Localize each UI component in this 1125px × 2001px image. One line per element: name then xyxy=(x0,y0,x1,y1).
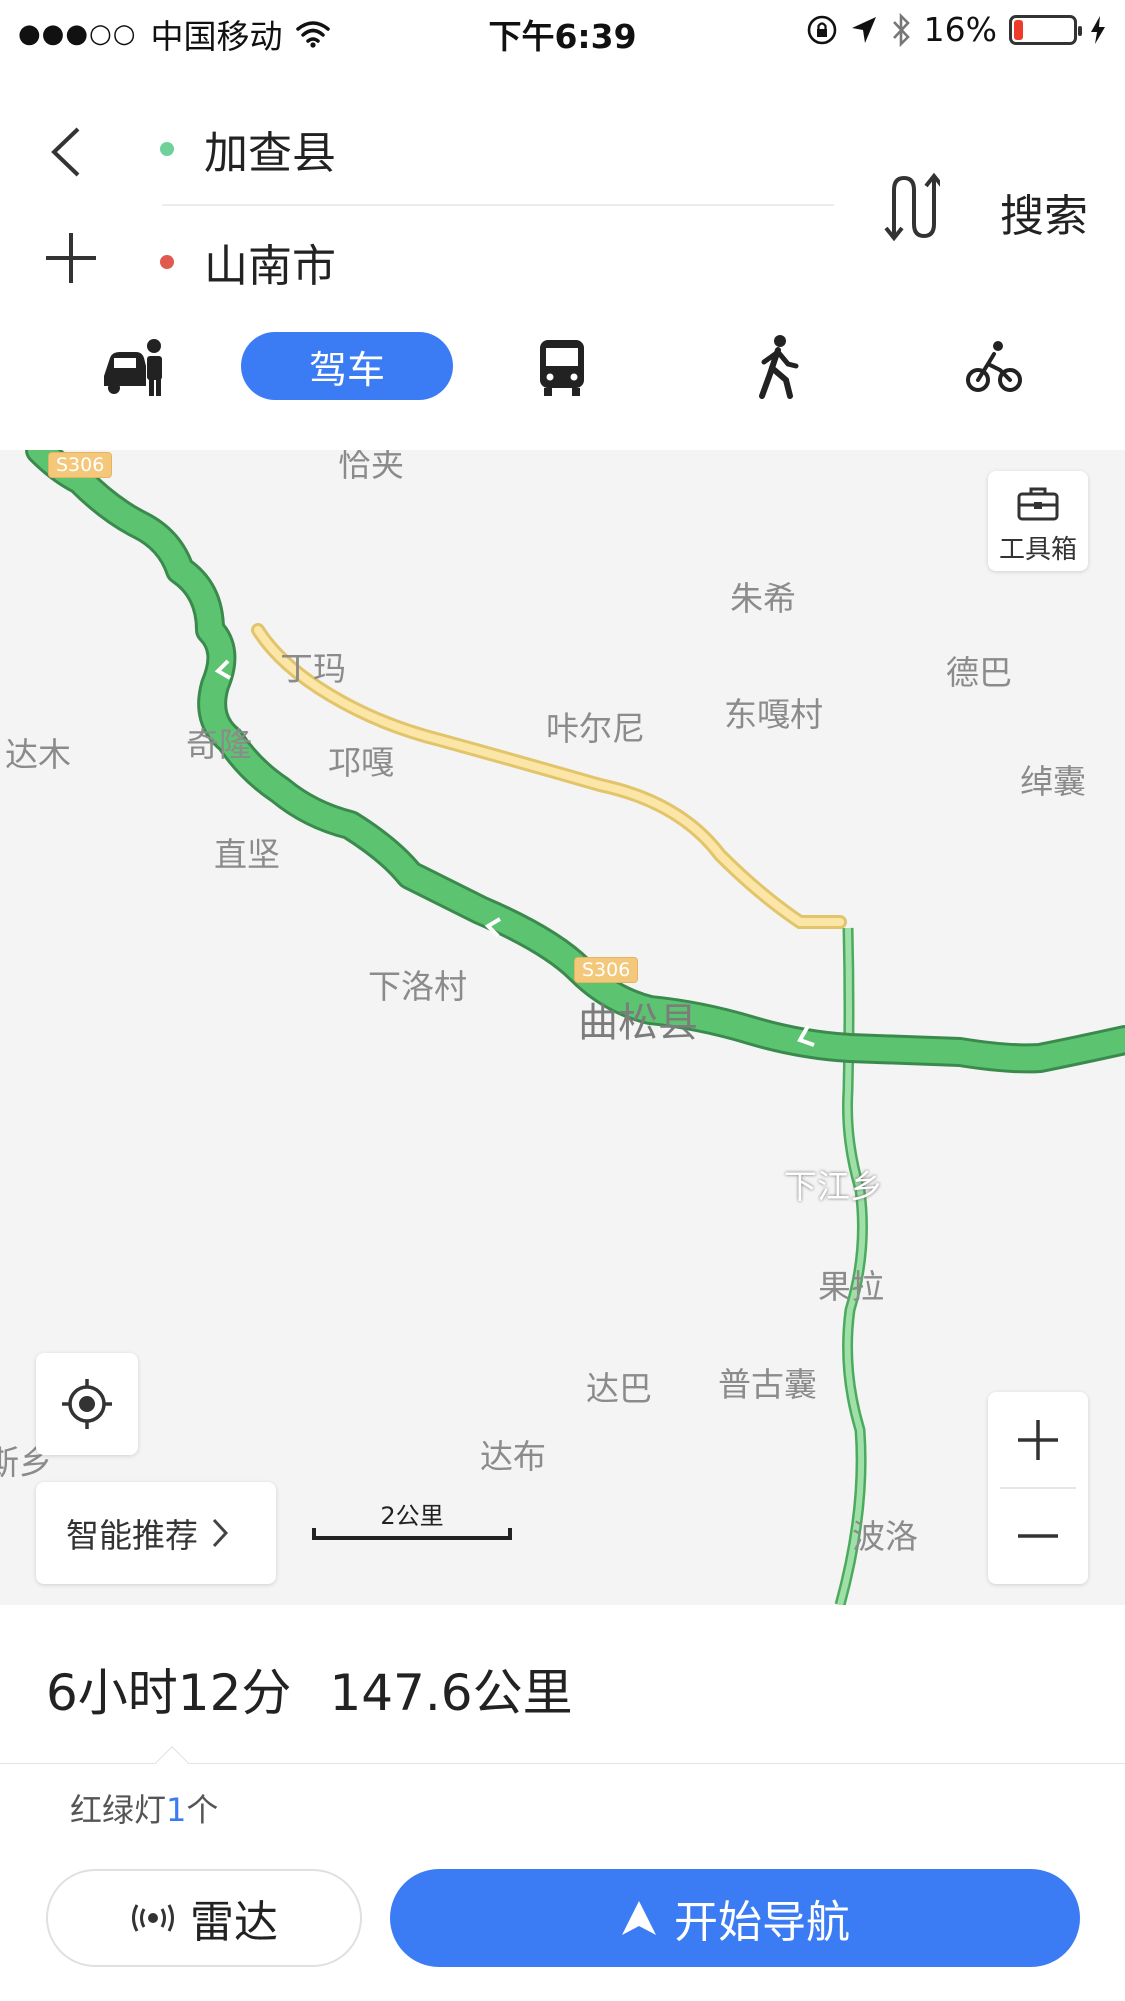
start-navigation-button[interactable]: 开始导航 xyxy=(390,1869,1080,1967)
place-label: 奇隆 xyxy=(186,725,252,764)
travel-mode-tabs: 驾车 xyxy=(0,332,1125,442)
address-divider xyxy=(162,204,834,206)
bluetooth-icon xyxy=(892,12,910,47)
radar-button[interactable]: 雷达 xyxy=(46,1869,362,1967)
place-label: 果拉 xyxy=(818,1267,884,1306)
locate-icon xyxy=(62,1379,112,1429)
toolbox-icon xyxy=(1017,487,1059,521)
place-label: 达木 xyxy=(5,735,71,774)
search-button[interactable]: 搜索 xyxy=(1000,180,1088,244)
route-summary-panel: 6小时12分 147.6公里 红绿灯1个 雷达 开始导航 xyxy=(0,1605,1125,2001)
place-label: 绰囊 xyxy=(1020,762,1086,801)
summary-pointer xyxy=(155,1746,189,1780)
tab-driving[interactable]: 驾车 xyxy=(241,332,453,400)
zoom-controls xyxy=(988,1392,1088,1584)
route-lines xyxy=(25,450,1125,1605)
start-location-field[interactable]: 加查县 xyxy=(160,117,336,181)
end-location-field[interactable]: 山南市 xyxy=(160,230,336,294)
taxi-icon[interactable] xyxy=(100,332,166,400)
battery-icon xyxy=(1009,14,1082,45)
road-badge: S306 xyxy=(48,452,113,478)
road-badge: S306 xyxy=(574,957,639,983)
radar-icon xyxy=(132,1904,174,1932)
place-label: 普古囊 xyxy=(718,1365,817,1404)
map-scale: 2公里 xyxy=(312,1490,512,1540)
smart-recommend-button[interactable]: 智能推荐 xyxy=(36,1482,276,1584)
scale-label: 2公里 xyxy=(380,1502,444,1530)
place-label: 达巴 xyxy=(586,1369,652,1408)
duration-text: 6小时12分 xyxy=(46,1664,292,1722)
status-bar: ●●●○○ 中国移动 下午6:39 16% xyxy=(0,0,1125,62)
place-label: 下江乡 xyxy=(784,1167,883,1206)
place-label: 恰夹 xyxy=(338,450,404,484)
route-header: 加查县 山南市 搜索 驾车 xyxy=(0,62,1125,450)
route-summary[interactable]: 6小时12分 147.6公里 xyxy=(46,1653,573,1725)
map-view[interactable]: S306 S306 恰夹 朱希 丁玛 德巴 达木 奇隆 咔尔尼 东嘎村 邛嘎 绰… xyxy=(0,450,1125,1605)
traffic-lights-info: 红绿灯1个 xyxy=(70,1785,218,1831)
traffic-lights-prefix: 红绿灯 xyxy=(70,1791,167,1829)
navigation-arrow-icon xyxy=(622,1901,656,1935)
place-label: 东嘎村 xyxy=(724,695,823,734)
back-button[interactable] xyxy=(40,117,92,187)
start-navigation-label: 开始导航 xyxy=(674,1897,850,1948)
place-label: 下洛村 xyxy=(368,967,467,1006)
place-label: 直坚 xyxy=(214,835,280,874)
scale-bar xyxy=(312,1528,512,1540)
battery-percent: 16% xyxy=(923,10,997,49)
place-label: 德巴 xyxy=(946,653,1012,692)
bus-icon[interactable] xyxy=(538,332,586,400)
place-label: 丁玛 xyxy=(280,649,346,688)
locate-button[interactable] xyxy=(36,1353,138,1455)
chevron-right-icon xyxy=(212,1518,229,1548)
rotation-lock-icon xyxy=(807,15,836,44)
zoom-in-button[interactable] xyxy=(988,1392,1088,1488)
end-dot xyxy=(160,255,174,269)
toolbox-button[interactable]: 工具箱 xyxy=(988,471,1088,571)
place-label: 达布 xyxy=(480,1437,546,1476)
toolbox-label: 工具箱 xyxy=(998,535,1077,565)
place-label: 曲松县 xyxy=(578,1000,698,1046)
traffic-lights-suffix: 个 xyxy=(186,1791,219,1829)
place-label: 波洛 xyxy=(852,1517,918,1556)
place-label: 邛嘎 xyxy=(328,743,394,782)
traffic-lights-count: 1 xyxy=(166,1791,187,1829)
place-label: 咔尔尼 xyxy=(546,709,645,748)
start-location-text: 加查县 xyxy=(204,128,336,179)
minus-icon xyxy=(1018,1534,1058,1538)
place-label: 朱希 xyxy=(730,579,796,618)
plus-icon xyxy=(1018,1420,1058,1460)
walk-icon[interactable] xyxy=(756,332,800,400)
smart-recommend-label: 智能推荐 xyxy=(66,1516,198,1555)
distance-text: 147.6公里 xyxy=(329,1664,573,1722)
zoom-out-button[interactable] xyxy=(988,1488,1088,1584)
add-waypoint-button[interactable] xyxy=(40,227,102,289)
start-dot xyxy=(160,142,174,156)
swap-icon[interactable] xyxy=(880,172,940,242)
end-location-text: 山南市 xyxy=(204,241,336,292)
charging-icon xyxy=(1091,15,1105,44)
radar-label: 雷达 xyxy=(190,1897,278,1948)
location-arrow-icon xyxy=(851,16,876,43)
bike-icon[interactable] xyxy=(966,332,1022,400)
